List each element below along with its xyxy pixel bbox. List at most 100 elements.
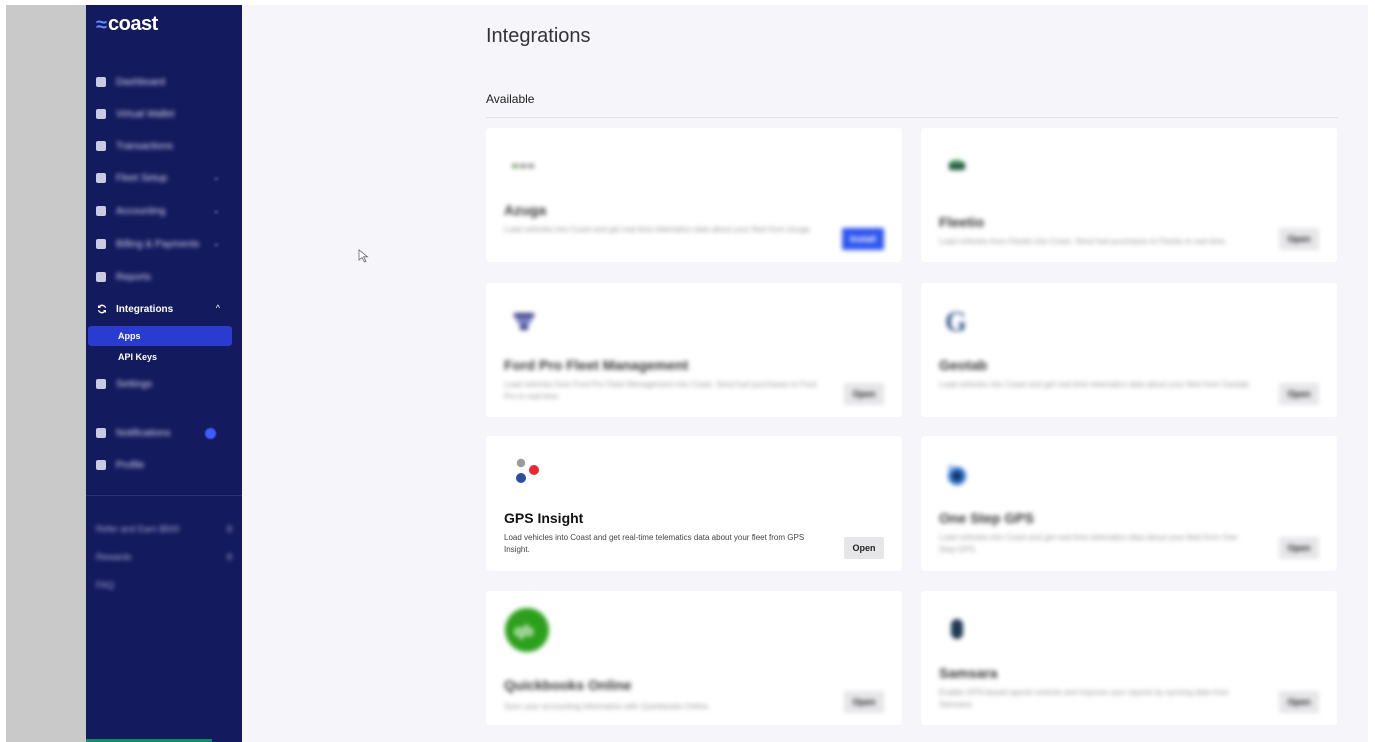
integration-name: Samsara bbox=[939, 665, 998, 681]
integration-card-ford-pro: Ford Pro Fleet Management Load vehicles … bbox=[486, 283, 902, 417]
open-button[interactable]: Open bbox=[844, 537, 884, 559]
open-button[interactable]: Open bbox=[1279, 228, 1319, 250]
gps-insight-logo-icon bbox=[516, 458, 539, 483]
integration-card-quickbooks: qb Quickbooks Online Sync your accountin… bbox=[486, 591, 902, 725]
chevron-down-icon: ⌄ bbox=[212, 205, 220, 215]
main-content: Integrations Available Azuga Load vehicl… bbox=[242, 5, 1368, 742]
mouse-cursor-icon bbox=[358, 249, 369, 263]
sidebar-link-label: Rewards bbox=[96, 552, 132, 562]
integration-name: GPS Insight bbox=[504, 510, 584, 526]
sidebar-subitem-api-keys[interactable]: API Keys bbox=[88, 347, 232, 367]
sidebar-link-faq[interactable]: FAQ bbox=[96, 578, 232, 592]
logo-text: coast bbox=[107, 13, 158, 35]
card-icon bbox=[96, 239, 106, 249]
section-divider bbox=[486, 117, 1338, 118]
sidebar-item-billing-payments[interactable]: Billing & Payments ⌄ bbox=[96, 234, 234, 254]
open-button[interactable]: Open bbox=[1279, 383, 1319, 405]
gear-icon bbox=[96, 379, 106, 389]
sidebar-item-fleet-setup[interactable]: Fleet Setup ⌄ bbox=[96, 168, 234, 188]
sidebar-subitem-apps[interactable]: Apps bbox=[88, 326, 232, 346]
sidebar-item-label: Billing & Payments bbox=[116, 238, 200, 250]
sidebar-item-notifications[interactable]: Notifications bbox=[96, 423, 234, 443]
open-button[interactable]: Open bbox=[1279, 691, 1319, 713]
integration-name: Quickbooks Online bbox=[504, 677, 632, 693]
page-title: Integrations bbox=[486, 25, 591, 47]
bell-icon bbox=[96, 428, 106, 438]
install-button[interactable]: Install bbox=[841, 228, 884, 250]
notification-badge bbox=[205, 428, 216, 439]
integration-name: Ford Pro Fleet Management bbox=[504, 357, 689, 373]
integration-description: Enable GPS-based spend controls and impr… bbox=[939, 688, 1229, 709]
sidebar-item-label: Dashboard bbox=[116, 76, 165, 88]
list-icon bbox=[96, 141, 106, 151]
integration-card-gps-insight: GPS Insight Load vehicles into Coast and… bbox=[486, 436, 902, 571]
sidebar-item-transactions[interactable]: Transactions bbox=[96, 136, 234, 156]
open-button[interactable]: Open bbox=[844, 691, 884, 713]
integration-name: Azuga bbox=[504, 202, 546, 218]
sidebar-item-integrations[interactable]: Integrations ^ bbox=[96, 299, 234, 319]
integration-description: Load vehicles from Fleetio into Coast. S… bbox=[939, 237, 1227, 246]
sidebar-item-label: Profile bbox=[116, 459, 145, 471]
ledger-icon bbox=[96, 206, 106, 216]
ford-pro-logo-icon bbox=[514, 313, 534, 330]
section-label-available: Available bbox=[486, 92, 535, 106]
integration-description: Load vehicles from Ford Pro Fleet Manage… bbox=[504, 380, 817, 401]
chevron-down-icon: ⌄ bbox=[212, 238, 220, 248]
sidebar-item-label: Transactions bbox=[116, 140, 173, 152]
sidebar-link-label: Refer and Earn $500 bbox=[96, 524, 180, 534]
sidebar-link-rewards[interactable]: Rewards 8 bbox=[96, 550, 232, 564]
sidebar-item-label: Notifications bbox=[116, 427, 171, 439]
sidebar-item-label: Fleet Setup bbox=[116, 172, 168, 184]
sidebar-divider bbox=[86, 495, 242, 496]
integration-card-geotab: G Geotab Load vehicles into Coast and ge… bbox=[921, 283, 1337, 417]
sidebar-link-label: FAQ bbox=[96, 580, 115, 590]
sidebar-item-label: Reports bbox=[116, 271, 152, 283]
integration-description: Load vehicles into Coast and get real-ti… bbox=[504, 225, 812, 234]
sidebar-item-label: Integrations bbox=[116, 303, 174, 315]
chart-icon bbox=[96, 272, 106, 282]
integration-card-fleetio: Fleetio Load vehicles from Fleetio into … bbox=[921, 128, 1337, 262]
home-icon bbox=[96, 77, 106, 87]
coast-logo[interactable]: ≈ coast bbox=[96, 13, 158, 36]
geotab-logo-icon: G bbox=[945, 307, 967, 338]
svg-text:qb: qb bbox=[514, 623, 534, 640]
sidebar-item-label: Settings bbox=[116, 378, 153, 390]
integration-card-one-step-gps: One Step GPS Load vehicles into Coast an… bbox=[921, 436, 1337, 571]
integration-card-azuga: Azuga Load vehicles into Coast and get r… bbox=[486, 128, 902, 262]
sidebar-link-count: 8 bbox=[226, 524, 232, 534]
svg-text:G: G bbox=[945, 307, 967, 338]
sidebar-item-reports[interactable]: Reports bbox=[96, 267, 234, 287]
sidebar-item-accounting[interactable]: Accounting ⌄ bbox=[96, 201, 234, 221]
quickbooks-logo-icon: qb bbox=[505, 608, 549, 652]
integration-name: Geotab bbox=[939, 357, 988, 373]
sync-icon bbox=[98, 304, 106, 314]
sidebar-link-refer[interactable]: Refer and Earn $500 8 bbox=[96, 522, 232, 536]
left-gray-strip bbox=[6, 5, 86, 742]
sidebar-item-label: Virtual Wallet bbox=[116, 108, 175, 120]
sidebar-item-profile[interactable]: Profile bbox=[96, 455, 234, 475]
integration-name: Fleetio bbox=[939, 214, 985, 230]
fleetio-logo-icon bbox=[949, 160, 965, 170]
integration-description: Sync your accounting information with Qu… bbox=[504, 702, 711, 711]
user-icon bbox=[96, 460, 106, 470]
chevron-up-icon: ^ bbox=[215, 303, 220, 313]
coast-waves-icon: ≈ bbox=[96, 13, 107, 36]
integration-name: One Step GPS bbox=[939, 510, 1034, 526]
sidebar-link-count: 8 bbox=[226, 552, 232, 562]
sidebar-item-label: Accounting bbox=[116, 205, 166, 217]
sidebar: ≈ coast Dashboard Virtual Wallet Transac… bbox=[86, 5, 242, 742]
open-button[interactable]: Open bbox=[844, 383, 884, 405]
open-button[interactable]: Open bbox=[1279, 537, 1319, 559]
sidebar-item-virtual-wallet[interactable]: Virtual Wallet bbox=[96, 104, 234, 124]
wallet-icon bbox=[96, 109, 106, 119]
integration-description: Load vehicles into Coast and get real-ti… bbox=[939, 380, 1251, 389]
integration-card-samsara: Samsara Enable GPS-based spend controls … bbox=[921, 591, 1337, 725]
azuga-logo-icon bbox=[512, 164, 534, 168]
sidebar-item-settings[interactable]: Settings bbox=[96, 374, 234, 394]
one-step-gps-logo-icon bbox=[948, 465, 966, 485]
truck-icon bbox=[96, 173, 106, 183]
chevron-down-icon: ⌄ bbox=[212, 172, 220, 182]
samsara-logo-icon bbox=[951, 619, 963, 639]
integration-description: Load vehicles into Coast and get real-ti… bbox=[504, 533, 805, 554]
sidebar-item-dashboard[interactable]: Dashboard bbox=[96, 72, 234, 92]
